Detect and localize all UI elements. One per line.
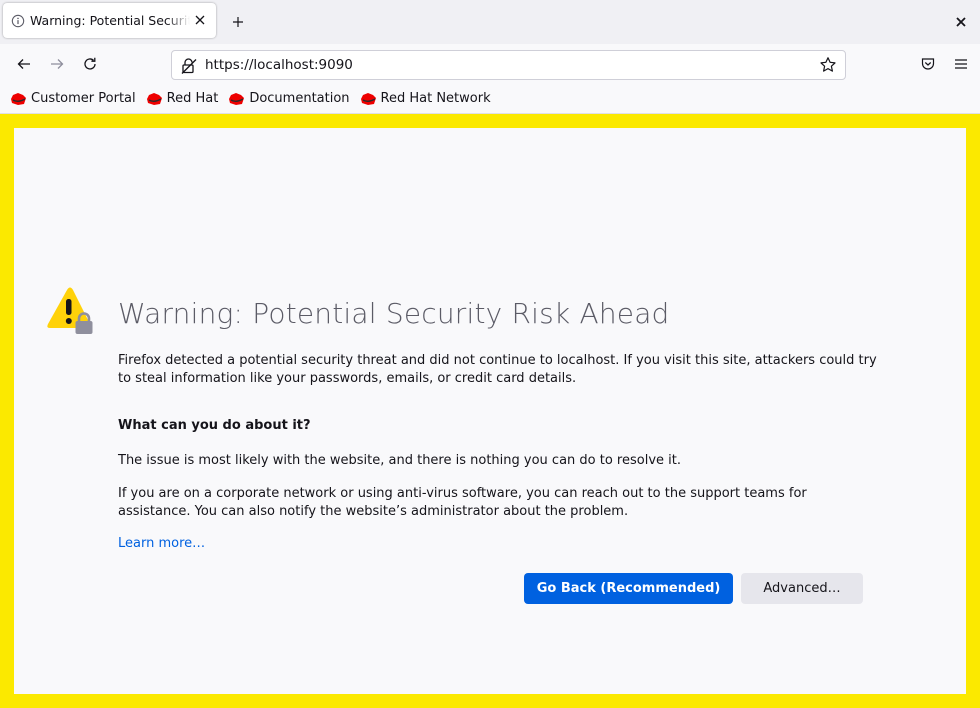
back-arrow-icon[interactable] <box>14 54 34 74</box>
tab-strip: Warning: Potential Security Risk Ahead <box>0 0 980 44</box>
window-close-icon[interactable] <box>952 13 970 31</box>
issue-text: The issue is most likely with the websit… <box>118 453 681 468</box>
tab-security-warning[interactable]: Warning: Potential Security Risk Ahead <box>3 3 216 38</box>
redhat-icon <box>360 92 376 105</box>
error-page-content: Warning: Potential Security Risk Ahead F… <box>0 114 980 708</box>
tab-title: Warning: Potential Security Risk Ahead <box>30 13 190 28</box>
bookmark-label: Red Hat <box>166 91 219 106</box>
warning-lock-icon <box>47 287 93 334</box>
bookmark-label: Red Hat Network <box>380 91 491 106</box>
bookmarks-toolbar: Customer Portal Red Hat Documentation Re… <box>0 84 980 114</box>
intro-text: Firefox detected a potential security th… <box>118 353 877 386</box>
pocket-icon[interactable] <box>918 54 938 74</box>
forward-arrow-icon[interactable] <box>47 54 67 74</box>
network-text: If you are on a corporate network or usi… <box>118 486 807 519</box>
redhat-icon <box>146 92 162 105</box>
bookmark-red-hat-network[interactable]: Red Hat Network <box>360 88 491 110</box>
redhat-icon <box>11 92 26 105</box>
go-back-button[interactable]: Go Back (Recommended) <box>524 573 733 604</box>
info-icon <box>11 14 25 27</box>
bookmark-documentation[interactable]: Documentation <box>228 88 350 110</box>
learn-more-link[interactable]: Learn more… <box>118 536 205 551</box>
url-text[interactable]: https://localhost:9090 <box>205 57 353 73</box>
star-icon[interactable] <box>819 56 837 74</box>
reload-icon[interactable] <box>80 54 100 74</box>
redhat-icon <box>229 92 245 105</box>
hamburger-menu-icon[interactable] <box>951 54 971 74</box>
bookmark-customer-portal[interactable]: Customer Portal <box>10 88 136 110</box>
bookmark-label: Customer Portal <box>31 91 136 106</box>
bookmark-red-hat[interactable]: Red Hat <box>146 88 219 110</box>
what-can-you-do-heading: What can you do about it? <box>118 418 311 433</box>
navigation-toolbar: https://localhost:9090 <box>0 44 980 84</box>
insecure-lock-icon[interactable] <box>180 57 198 75</box>
bookmark-label: Documentation <box>249 91 350 106</box>
url-bar[interactable]: https://localhost:9090 <box>171 50 846 80</box>
page-title: Warning: Potential Security Risk Ahead <box>118 297 670 330</box>
advanced-button[interactable]: Advanced… <box>741 573 863 604</box>
new-tab-icon[interactable] <box>228 12 248 32</box>
tab-close-icon[interactable] <box>192 12 208 28</box>
